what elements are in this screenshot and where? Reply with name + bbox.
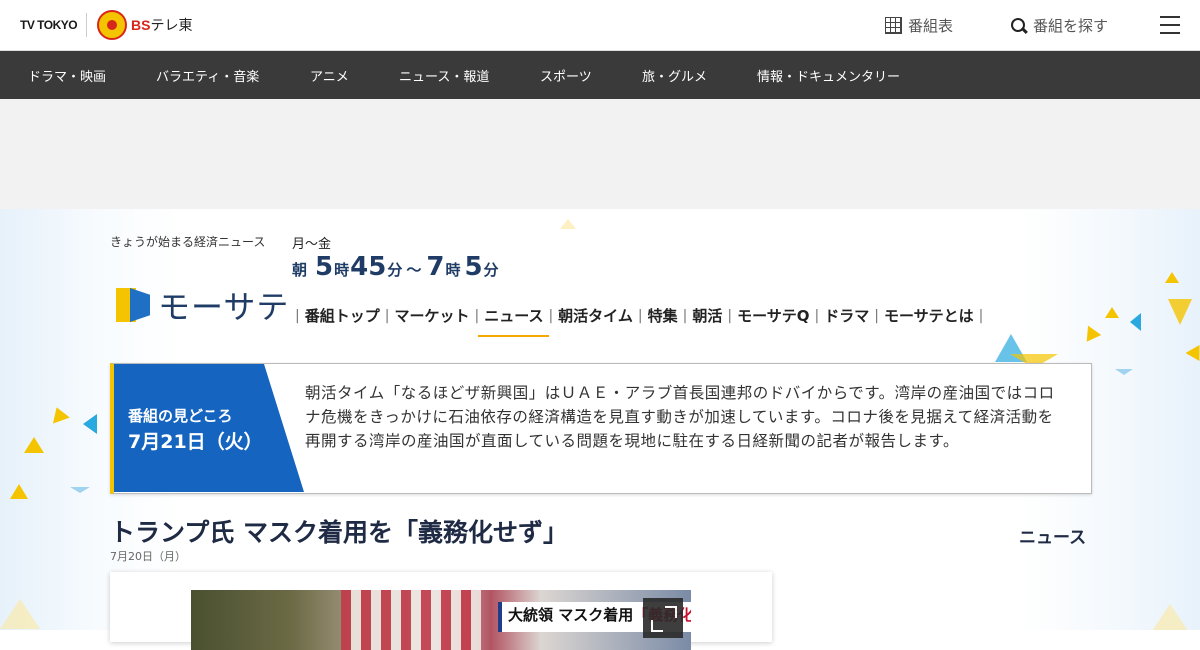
program-tagline: きょうが始まる経済ニュース [110,235,266,249]
video-card: 大統領 マスク着用「義務化せ [110,572,772,650]
search-link[interactable]: 番組を探す [1011,15,1108,36]
program-nav-about[interactable]: モーサテとは [882,305,976,326]
bs-logo-prefix: BS [131,17,151,33]
article-title: トランプ氏 マスク着用を「義務化せず」 [110,518,568,547]
highlight-badge: 番組の見どころ 7月21日（火） [114,364,304,492]
decor-triangle [1130,313,1141,331]
ad-banner-area [0,99,1200,209]
tvtokyo-logo[interactable]: TV TOKYO [20,11,78,39]
program-nav-market[interactable]: マーケット [392,305,471,326]
highlight-text: 朝活タイム「なるほどザ新興国」はＵＡＥ・アラブ首長国連邦のドバイからです。湾岸の… [305,384,1055,450]
decor-triangle [24,437,44,453]
genre-sports[interactable]: スポーツ [540,66,592,85]
mascot-icon [97,10,127,40]
video-frame-flag [341,590,481,650]
decor-triangle [48,404,70,424]
genre-nav: ドラマ・映画 バラエティ・音楽 アニメ ニュース・報道 スポーツ 旅・グルメ 情… [0,51,1200,99]
program-nav: | 番組トップ | マーケット | ニュース | 朝活タイム | 特集 | 朝活… [295,305,984,337]
search-icon [1011,17,1027,34]
decor-triangle [1168,299,1192,325]
schedule-link[interactable]: 番組表 [885,15,953,36]
schedule-label: 番組表 [908,17,954,35]
decor-triangle [0,599,40,629]
decor-triangle [1185,340,1200,362]
decor-triangle [1150,604,1190,630]
air-days: 月～金 [292,237,332,252]
program-nav-morsate-q[interactable]: モーサテQ [735,305,811,326]
program-logo[interactable]: モーサテ [116,282,289,328]
genre-drama-movie[interactable]: ドラマ・映画 [28,66,106,85]
decor-triangle [10,484,28,499]
tvtokyo-logo-text: TV TOKYO [20,18,78,32]
program-nav-drama[interactable]: ドラマ [822,305,871,326]
fullscreen-expand-icon[interactable] [643,598,683,638]
genre-travel-gourmet[interactable]: 旅・グルメ [642,66,707,85]
decor-triangle [1080,322,1102,342]
bs-tvtokyo-logo[interactable]: BSテレ東 [97,10,192,40]
video-player[interactable]: 大統領 マスク着用「義務化せ [191,590,691,650]
bs-logo-text: テレ東 [150,17,193,33]
program-name: モーサテ [158,288,290,326]
decor-triangle [1165,272,1179,283]
genre-variety-music[interactable]: バラエティ・音楽 [156,66,259,85]
site-header: TV TOKYO BSテレ東 番組表 番組を探す [0,0,1200,51]
highlight-label: 番組の見どころ [128,407,233,425]
logo-divider [86,13,87,37]
air-time: 朝 5 時 45 分 ～ 7 時 5 分 [292,252,499,282]
program-nav-asakatsu[interactable]: 朝活 [690,305,724,326]
search-label: 番組を探す [1033,17,1109,35]
decor-triangle [83,414,97,434]
hamburger-menu-icon[interactable] [1160,16,1180,34]
program-nav-top[interactable]: 番組トップ [303,305,382,326]
article-category[interactable]: ニュース [1019,523,1086,548]
decor-triangle [70,487,90,493]
genre-info-documentary[interactable]: 情報・ドキュメンタリー [757,66,900,85]
grid-icon [885,17,902,34]
decor-triangle [560,219,576,229]
program-highlight-box: 番組の見どころ 7月21日（火） 朝活タイム「なるほどザ新興国」はＵＡＥ・アラブ… [110,363,1092,494]
program-nav-news[interactable]: ニュース [478,305,550,337]
program-nav-asakatsu-time[interactable]: 朝活タイム [556,305,635,326]
program-logo-mark [116,288,150,322]
decor-triangle [1105,307,1119,318]
article-date: 7月20日（月） [110,550,186,563]
genre-anime[interactable]: アニメ [310,66,349,85]
highlight-date: 7月21日（火） [128,431,263,453]
decor-triangle [1115,369,1133,375]
program-nav-feature[interactable]: 特集 [646,305,680,326]
genre-news[interactable]: ニュース・報道 [399,66,489,85]
